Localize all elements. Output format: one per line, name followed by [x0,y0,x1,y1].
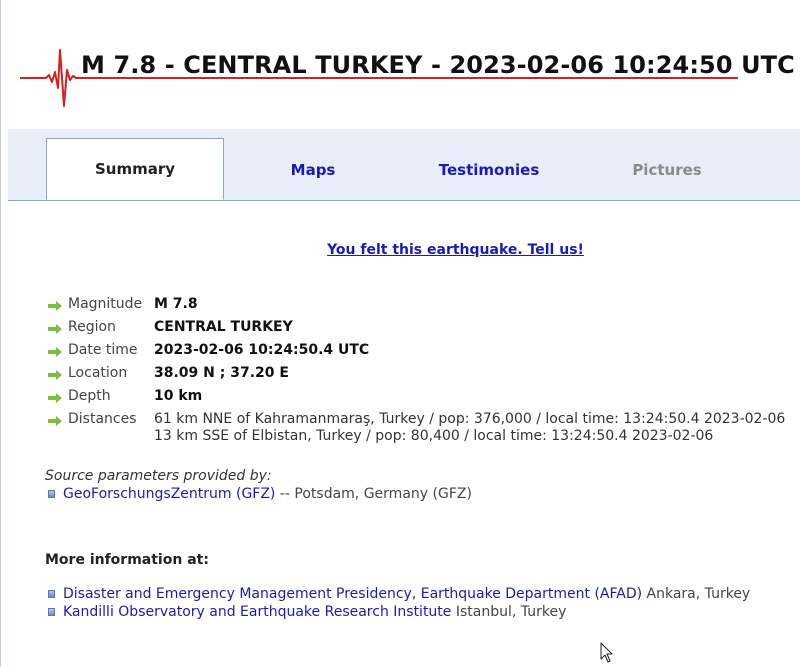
info-label: Distances [68,411,137,427]
list-item: Disaster and Emergency Management Presid… [45,585,750,603]
event-summary-table: Magnitude M 7.8 Region CENTRAL TURKEY Da… [48,296,788,451]
source-heading: Source parameters provided by: [45,468,272,484]
item-suffix: Istanbul, Turkey [455,604,567,620]
gfz-link[interactable]: GeoForschungsZentrum (GFZ) [63,486,275,502]
green-arrow-icon [48,411,68,430]
source-parameters: Source parameters provided by: GeoForsch… [45,468,472,502]
info-label: Magnitude [68,296,143,312]
page-left-border [0,0,1,667]
tab-maps[interactable]: Maps [224,139,402,200]
tab-testimonies[interactable]: Testimonies [400,139,578,200]
green-arrow-icon [48,365,68,384]
info-row-location: Location 38.09 N ; 37.20 E [48,365,788,388]
tab-summary[interactable]: Summary [46,138,224,200]
mouse-cursor-icon [600,642,613,663]
page-header: M 7.8 - CENTRAL TURKEY - 2023-02-06 10:2… [18,42,795,112]
more-heading: More information at: [45,552,209,568]
depth-value: 10 km [154,388,203,404]
distance-line: 13 km SSE of Elbistan, Turkey / pop: 80,… [154,428,714,444]
info-row-depth: Depth 10 km [48,388,788,411]
list-item: Kandilli Observatory and Earthquake Rese… [45,603,750,621]
source-suffix: -- Potsdam, Germany (GFZ) [279,486,472,502]
page-title: M 7.8 - CENTRAL TURKEY - 2023-02-06 10:2… [81,51,795,79]
green-arrow-icon [48,388,68,407]
info-label: Region [68,319,116,335]
magnitude-value: M 7.8 [154,296,198,312]
source-item: GeoForschungsZentrum (GFZ) -- Potsdam, G… [45,486,472,502]
info-row-magnitude: Magnitude M 7.8 [48,296,788,319]
green-arrow-icon [48,342,68,361]
green-arrow-icon [48,319,68,338]
green-arrow-icon [48,296,68,315]
info-label: Depth [68,388,111,404]
afad-link[interactable]: Disaster and Emergency Management Presid… [63,586,642,602]
bullet-icon [48,590,55,598]
felt-report-container: You felt this earthquake. Tell us! [0,242,800,258]
kandilli-link[interactable]: Kandilli Observatory and Earthquake Rese… [63,604,451,620]
more-information: More information at: Disaster and Emerge… [45,552,750,621]
location-value: 38.09 N ; 37.20 E [154,365,289,381]
distances-value: 61 km NNE of Kahramanmaraş, Turkey / pop… [154,411,785,445]
datetime-value: 2023-02-06 10:24:50.4 UTC [154,342,370,358]
felt-report-link[interactable]: You felt this earthquake. Tell us! [327,242,584,258]
distance-line: 61 km NNE of Kahramanmaraş, Turkey / pop… [154,411,786,427]
bullet-icon [48,490,55,498]
tab-bar: Summary Maps Testimonies Pictures [8,129,800,201]
info-row-distances: Distances 61 km NNE of Kahramanmaraş, Tu… [48,411,788,451]
bullet-icon [48,608,55,616]
item-suffix: Ankara, Turkey [646,586,751,602]
info-label: Date time [68,342,138,358]
region-value: CENTRAL TURKEY [154,319,293,335]
tab-pictures: Pictures [632,160,702,179]
info-label: Location [68,365,128,381]
info-row-region: Region CENTRAL TURKEY [48,319,788,342]
info-row-datetime: Date time 2023-02-06 10:24:50.4 UTC [48,342,788,365]
